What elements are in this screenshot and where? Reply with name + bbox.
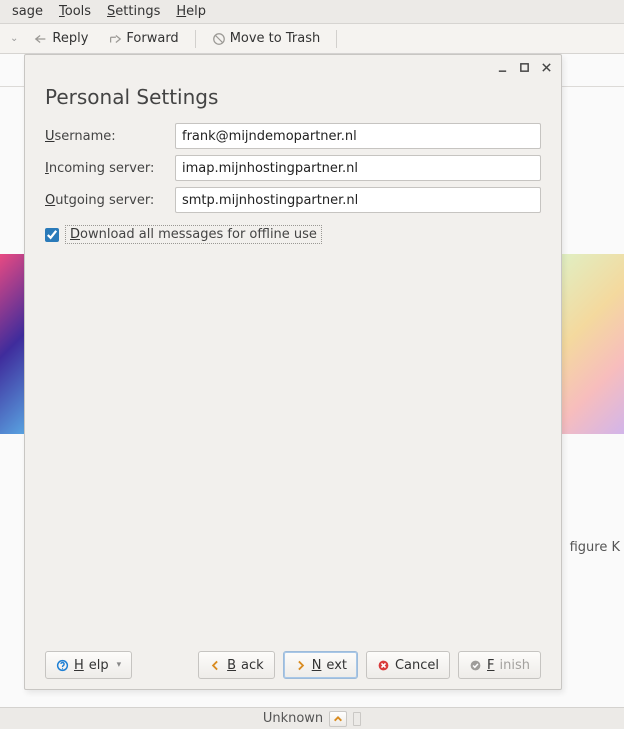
cancel-icon (377, 659, 390, 672)
back-button[interactable]: Back (198, 651, 275, 679)
toolbar: ⌄ Reply Forward Move to Trash (0, 24, 624, 54)
move-to-trash-button[interactable]: Move to Trash (204, 28, 329, 49)
forward-icon (108, 32, 122, 46)
menu-help[interactable]: Help (168, 2, 214, 21)
label-incoming: Incoming server: (45, 161, 175, 176)
row-download-offline: Download all messages for offline use (45, 225, 541, 244)
menu-settings[interactable]: Settings (99, 2, 168, 21)
statusbar: Unknown (0, 707, 624, 729)
help-icon (56, 659, 69, 672)
label-outgoing: Outgoing server: (45, 193, 175, 208)
row-username: Username: (45, 123, 541, 149)
dialog-titlebar (25, 55, 561, 79)
toolbar-separator (195, 30, 196, 48)
back-icon (209, 659, 222, 672)
settings-dialog: Personal Settings Username: Incoming ser… (24, 54, 562, 690)
trash-icon (212, 32, 226, 46)
finish-icon (469, 659, 482, 672)
reply-button[interactable]: Reply (26, 28, 96, 49)
next-button[interactable]: Next (283, 651, 358, 679)
next-icon (294, 659, 307, 672)
close-button[interactable] (539, 60, 553, 74)
chevron-up-icon (333, 714, 343, 724)
menubar: sage Tools Settings Help (0, 0, 624, 24)
status-text: Unknown (263, 711, 323, 726)
dialog-spacer (45, 244, 541, 641)
menu-message[interactable]: sage (4, 2, 51, 21)
dialog-body: Personal Settings Username: Incoming ser… (25, 79, 561, 689)
download-offline-label[interactable]: Download all messages for offline use (65, 225, 322, 244)
toolbar-overflow[interactable]: ⌄ (6, 33, 22, 44)
background-art-right (556, 254, 624, 434)
forward-button[interactable]: Forward (100, 28, 186, 49)
incoming-server-input[interactable] (175, 155, 541, 181)
dialog-title: Personal Settings (45, 85, 541, 109)
chevron-down-icon: ▾ (117, 660, 122, 670)
username-input[interactable] (175, 123, 541, 149)
finish-button: Finish (458, 651, 541, 679)
toolbar-separator-2 (336, 30, 337, 48)
row-outgoing: Outgoing server: (45, 187, 541, 213)
forward-label: Forward (126, 31, 178, 46)
cancel-button[interactable]: Cancel (366, 651, 450, 679)
status-expand-button[interactable] (329, 711, 347, 727)
dialog-button-row: Help ▾ Back Next Cancel Finish (45, 651, 541, 679)
help-button[interactable]: Help ▾ (45, 651, 132, 679)
minimize-button[interactable] (495, 60, 509, 74)
cancel-label: Cancel (395, 658, 439, 673)
background-caption: figure K (570, 540, 620, 555)
row-incoming: Incoming server: (45, 155, 541, 181)
download-offline-checkbox[interactable] (45, 228, 59, 242)
maximize-button[interactable] (517, 60, 531, 74)
reply-icon (34, 32, 48, 46)
label-username: Username: (45, 129, 175, 144)
menu-tools[interactable]: Tools (51, 2, 99, 21)
reply-label: Reply (52, 31, 88, 46)
trash-label: Move to Trash (230, 31, 321, 46)
outgoing-server-input[interactable] (175, 187, 541, 213)
status-drag-handle[interactable] (353, 712, 361, 726)
